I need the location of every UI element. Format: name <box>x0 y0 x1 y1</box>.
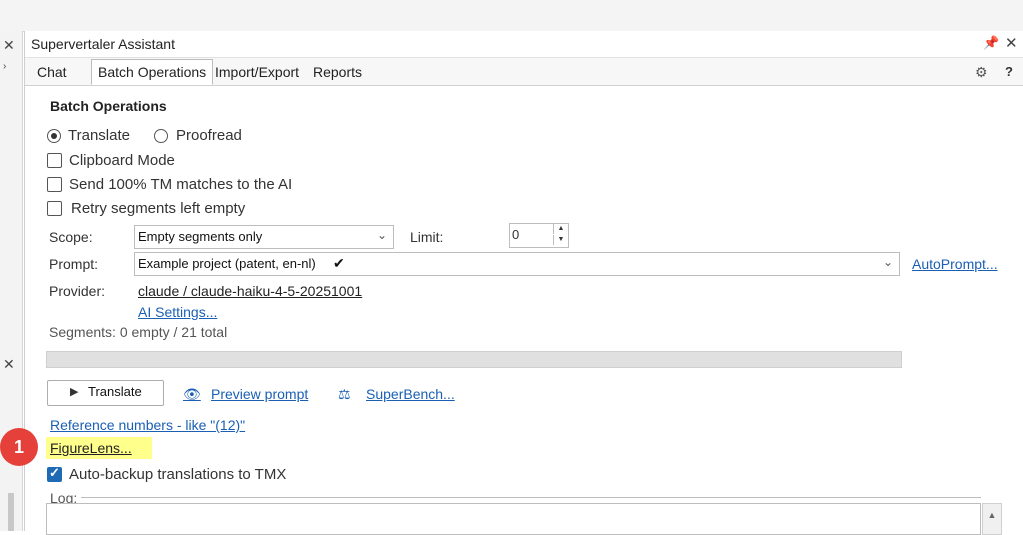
panel-titlebar: Supervertaler Assistant 📌 ✕ <box>25 31 1023 58</box>
reference-numbers-link[interactable]: Reference numbers - like "(12)" <box>50 417 245 433</box>
tab-chat[interactable]: Chat <box>31 61 73 83</box>
limit-stepper[interactable]: 0 ▲ ▼ <box>509 223 569 248</box>
play-icon: ▶ <box>70 386 79 398</box>
proofread-radio-label: Proofread <box>176 127 242 144</box>
chevron-icon[interactable]: › <box>3 61 6 72</box>
scope-value: Empty segments only <box>138 229 263 244</box>
stepper-up-icon[interactable]: ▲ <box>553 224 568 234</box>
clipboard-mode-checkbox[interactable] <box>47 153 62 168</box>
close-icon[interactable]: ✕ <box>1005 34 1018 52</box>
scope-label: Scope: <box>49 229 93 245</box>
scale-icon: ⚖ <box>338 386 351 402</box>
translate-radio[interactable] <box>47 129 61 143</box>
chevron-down-icon: ⌄ <box>376 228 387 242</box>
send-tm-checkbox[interactable] <box>47 177 62 192</box>
eye-icon: 👁 <box>183 386 201 402</box>
prompt-label: Prompt: <box>49 256 99 272</box>
superbench-link[interactable]: SuperBench... <box>366 386 455 402</box>
clipboard-mode-label: Clipboard Mode <box>69 152 175 169</box>
log-area[interactable] <box>46 503 981 535</box>
gear-icon[interactable]: ⚙ <box>975 64 988 81</box>
retry-empty-checkbox[interactable] <box>47 201 62 216</box>
check-icon: ✔ <box>333 255 345 271</box>
scrollbar-thumb[interactable] <box>8 493 14 531</box>
scope-dropdown[interactable]: Empty segments only ⌄ <box>134 225 394 249</box>
tab-batch-operations[interactable]: Batch Operations <box>91 59 214 85</box>
figurelens-link[interactable]: FigureLens... <box>50 440 132 456</box>
preview-prompt-link[interactable]: Preview prompt <box>211 386 308 402</box>
pin-icon[interactable]: 📌 <box>983 35 999 51</box>
translate-button[interactable]: ▶ Translate <box>47 380 164 406</box>
auto-backup-label: Auto-backup translations to TMX <box>69 466 287 483</box>
stepper-down-icon[interactable]: ▼ <box>553 235 568 245</box>
close-icon[interactable]: ✕ <box>3 356 15 373</box>
limit-label: Limit: <box>410 229 444 245</box>
send-tm-label: Send 100% TM matches to the AI <box>69 176 293 193</box>
tab-bar: Chat Batch Operations Import/Export Repo… <box>25 58 1023 86</box>
tab-reports[interactable]: Reports <box>307 61 368 83</box>
tab-import-export[interactable]: Import/Export <box>209 61 305 83</box>
retry-empty-label: Retry segments left empty <box>71 200 246 217</box>
segments-status: Segments: 0 empty / 21 total <box>49 324 228 340</box>
batch-operations-content: Batch Operations Translate Proofread Cli… <box>26 86 1022 535</box>
log-divider <box>81 497 981 498</box>
proofread-radio[interactable] <box>154 129 168 143</box>
prompt-value: Example project (patent, en-nl) <box>138 256 316 271</box>
progress-bar <box>46 351 902 368</box>
provider-label: Provider: <box>49 283 106 299</box>
annotation-badge: 1 <box>0 428 38 466</box>
limit-value: 0 <box>512 227 520 242</box>
top-toolbar <box>0 0 1023 32</box>
auto-backup-checkbox[interactable] <box>47 465 62 482</box>
assistant-panel: Supervertaler Assistant 📌 ✕ Chat Batch O… <box>24 31 1023 535</box>
close-icon[interactable]: ✕ <box>3 37 15 54</box>
log-scroll-up-icon[interactable]: ▲ <box>982 503 1002 535</box>
panel-title: Supervertaler Assistant <box>31 36 175 52</box>
prompt-dropdown[interactable]: Example project (patent, en-nl) ✔ ⌄ <box>134 252 900 276</box>
autoprompt-link[interactable]: AutoPrompt... <box>912 256 998 272</box>
translate-button-label: Translate <box>88 384 142 399</box>
provider-link[interactable]: claude / claude-haiku-4-5-20251001 <box>138 283 362 299</box>
chevron-down-icon: ⌄ <box>882 255 893 269</box>
section-title: Batch Operations <box>50 98 167 114</box>
ai-settings-link[interactable]: AI Settings... <box>138 304 217 320</box>
translate-radio-label: Translate <box>68 127 130 144</box>
help-icon[interactable]: ? <box>1005 64 1013 79</box>
